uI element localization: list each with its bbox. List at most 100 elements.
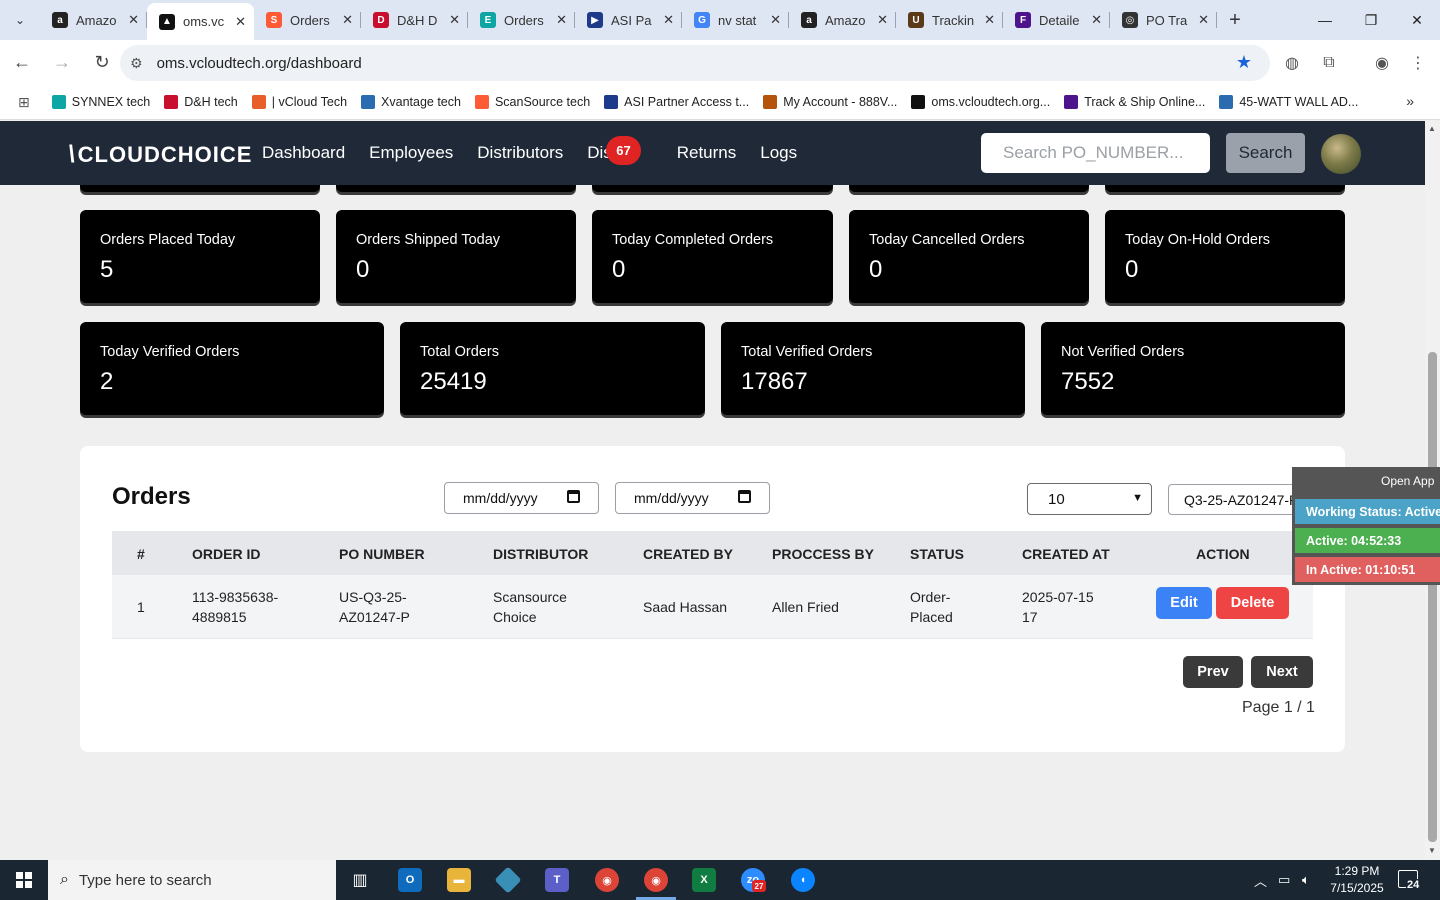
bookmark-item[interactable]: ASI Partner Access t...: [604, 95, 749, 109]
nav-employees[interactable]: Employees: [369, 143, 453, 163]
browser-tab[interactable]: ▶ ASI Pa ✕: [575, 3, 682, 37]
globe-extension-icon[interactable]: ◍: [1278, 49, 1306, 77]
profile-icon[interactable]: ◉: [1368, 49, 1396, 77]
tab-close-icon[interactable]: ✕: [1198, 12, 1209, 28]
prev-page-button[interactable]: Prev: [1183, 656, 1243, 688]
scroll-up-icon[interactable]: ▲: [1428, 124, 1436, 133]
start-button[interactable]: [0, 860, 48, 900]
date-from-input[interactable]: mm/dd/yyyy: [444, 482, 599, 514]
browser-tab[interactable]: a Amazo ✕: [789, 3, 896, 37]
close-window-icon[interactable]: ✕: [1394, 0, 1440, 40]
calendar-icon[interactable]: [567, 490, 580, 503]
browser-tab[interactable]: ◎ PO Tra ✕: [1110, 3, 1217, 37]
bookmark-item[interactable]: | vCloud Tech: [251, 95, 347, 109]
app-drop-icon[interactable]: ◖: [791, 868, 815, 892]
tab-close-icon[interactable]: ✕: [556, 12, 567, 28]
user-avatar[interactable]: [1321, 134, 1361, 174]
task-view-icon[interactable]: ▥: [348, 868, 372, 892]
bookmark-item[interactable]: SYNNEX tech: [51, 95, 150, 109]
bookmark-item[interactable]: My Account - 888V...: [763, 95, 897, 109]
scroll-down-icon[interactable]: ▼: [1428, 846, 1436, 855]
browser-menu-icon[interactable]: ⋮: [1404, 49, 1432, 77]
bookmark-item[interactable]: 45-WATT WALL AD...: [1219, 95, 1358, 109]
tab-title: PO Tra: [1146, 12, 1188, 28]
browser-tab[interactable]: a Amazo ✕: [40, 3, 147, 37]
tab-close-icon[interactable]: ✕: [128, 12, 139, 28]
date-to-input[interactable]: mm/dd/yyyy: [615, 482, 770, 514]
bookmark-item[interactable]: Xvantage tech: [361, 95, 461, 109]
tab-close-icon[interactable]: ✕: [984, 12, 995, 28]
next-page-button[interactable]: Next: [1251, 656, 1313, 688]
bookmark-item[interactable]: Track & Ship Online...: [1064, 95, 1205, 109]
extensions-icon[interactable]: ⧉: [1315, 49, 1343, 77]
apps-grid-icon[interactable]: ⊞: [18, 94, 30, 111]
tab-close-icon[interactable]: ✕: [235, 14, 246, 30]
browser-tab[interactable]: U Trackin ✕: [896, 3, 1003, 37]
app-logo[interactable]: \ CLOUDCHOICE: [68, 141, 252, 169]
delete-button[interactable]: Delete: [1216, 587, 1289, 619]
network-icon[interactable]: ▭: [1278, 860, 1290, 900]
bookmark-item[interactable]: D&H tech: [164, 95, 238, 109]
bookmark-item[interactable]: ScanSource tech: [474, 95, 591, 109]
site-info-icon[interactable]: ⚙: [130, 55, 143, 72]
tab-close-icon[interactable]: ✕: [342, 12, 353, 28]
zoom-badge: 27: [752, 880, 766, 892]
stat-card-orders-shipped-today: Orders Shipped Today 0: [336, 210, 576, 303]
bookmark-item[interactable]: oms.vcloudtech.org...: [911, 95, 1050, 109]
bookmark-label: Xvantage tech: [381, 95, 461, 109]
nav-returns[interactable]: Returns: [677, 143, 737, 163]
url-bar[interactable]: ⚙ oms.vcloudtech.org/dashboard ★: [120, 45, 1270, 81]
stat-value: 0: [356, 256, 370, 283]
tab-favicon-icon: E: [480, 12, 496, 28]
tab-close-icon[interactable]: ✕: [1091, 12, 1102, 28]
volume-icon[interactable]: 🔈︎: [1302, 860, 1310, 900]
browser-tab[interactable]: ▲ oms.vc ✕: [147, 3, 254, 40]
file-explorer-icon[interactable]: ▬: [447, 868, 471, 892]
nav-dashboard[interactable]: Dashboard: [262, 143, 345, 163]
outlook-icon[interactable]: O: [398, 868, 422, 892]
show-hidden-icons[interactable]: ︿: [1254, 860, 1267, 900]
browser-tab[interactable]: F Detaile ✕: [1003, 3, 1110, 37]
new-tab-icon[interactable]: +: [1217, 3, 1253, 37]
col-distributor: DISTRIBUTOR: [493, 546, 589, 562]
tab-close-icon[interactable]: ✕: [877, 12, 888, 28]
reload-icon[interactable]: ↻: [84, 45, 120, 81]
edit-button[interactable]: Edit: [1156, 587, 1212, 619]
page-size-select[interactable]: 10 ▼: [1027, 483, 1152, 515]
tab-close-icon[interactable]: ✕: [663, 12, 674, 28]
tab-title: Orders: [504, 12, 544, 28]
scrollbar-thumb[interactable]: [1428, 352, 1437, 842]
browser-tab[interactable]: S Orders ✕: [254, 3, 361, 37]
tab-search-icon[interactable]: ⌄: [0, 0, 40, 40]
nav-distributors[interactable]: Distributors: [477, 143, 563, 163]
teams-icon[interactable]: T: [545, 868, 569, 892]
minimize-icon[interactable]: —: [1302, 0, 1348, 40]
open-app-link[interactable]: Open App: [1381, 474, 1434, 488]
po-search-input[interactable]: [981, 133, 1210, 173]
system-clock[interactable]: 1:29 PM 7/15/2025: [1326, 863, 1388, 897]
forward-icon[interactable]: →: [44, 45, 80, 81]
chrome-icon[interactable]: ◉: [595, 868, 619, 892]
taskbar-search[interactable]: ⌕ Type here to search: [48, 860, 336, 900]
chrome-profile-icon[interactable]: ◉: [644, 868, 668, 892]
browser-tab[interactable]: D D&H D ✕: [361, 3, 468, 37]
calendar-icon[interactable]: [738, 490, 751, 503]
browser-tab[interactable]: Gnv stat ✕: [682, 3, 789, 37]
taskbar-search-placeholder: Type here to search: [78, 871, 212, 889]
bookmark-star-icon[interactable]: ★: [1236, 52, 1252, 73]
tab-close-icon[interactable]: ✕: [449, 12, 460, 28]
excel-icon[interactable]: X: [692, 868, 716, 892]
restore-icon[interactable]: ❐: [1348, 0, 1394, 40]
browser-tab[interactable]: E Orders ✕: [468, 3, 575, 37]
tab-close-icon[interactable]: ✕: [770, 12, 781, 28]
row-status: Order- Placed: [910, 587, 953, 627]
bookmark-label: ScanSource tech: [494, 95, 591, 109]
back-icon[interactable]: ←: [4, 45, 40, 81]
tab-favicon-icon: U: [908, 12, 924, 28]
nav-logs[interactable]: Logs: [760, 143, 797, 163]
tab-title: ASI Pa: [611, 12, 652, 28]
app-diamond-icon[interactable]: [494, 866, 522, 894]
bookmarks-overflow-icon[interactable]: »: [1406, 93, 1414, 109]
search-button[interactable]: Search: [1226, 133, 1305, 173]
logo-text: CLOUDCHOICE: [77, 142, 253, 167]
